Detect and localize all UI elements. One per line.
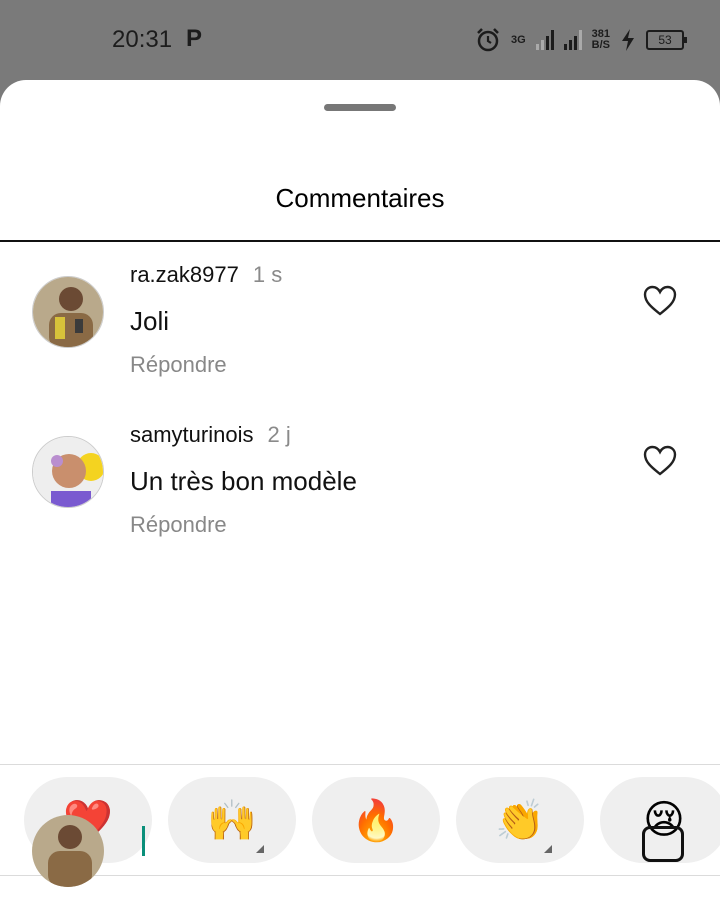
battery-icon: 53 [646,30,687,50]
reaction-clapping-button[interactable]: 👏 [456,777,584,863]
current-user-avatar [32,815,104,887]
network-type: 3G [510,33,526,46]
comment-username[interactable]: samyturinois [130,422,253,447]
clapping-hands-emoji-icon: 👏 [495,798,545,843]
comment-username[interactable]: ra.zak8977 [130,262,239,287]
speed-indicator: 381 B/S [592,29,610,51]
reaction-raising-hands-button[interactable]: 🙌 [168,777,296,863]
gif-icon[interactable] [642,826,684,862]
like-heart-icon[interactable] [642,444,678,476]
comment-time: 1 s [252,262,283,287]
raising-hands-emoji-icon: 🙌 [207,798,257,843]
reaction-fire-button[interactable]: 🔥 [312,777,440,863]
reply-button[interactable]: Répondre [130,512,227,538]
page-title: Commentaires [275,183,445,213]
comment-header: samyturinois 2 j [130,422,291,448]
skin-tone-indicator-icon [544,845,552,853]
alarm-icon [477,28,499,52]
divider [0,240,720,242]
status-icons: 3G 381 B/S 53 [475,24,687,56]
fire-emoji-icon: 🔥 [351,798,401,843]
like-heart-icon[interactable] [642,284,678,316]
reply-button[interactable]: Répondre [130,352,227,378]
charging-icon [622,29,634,51]
status-time: 20:31 [112,26,173,53]
status-bar: 20:31 P 3G 381 B/S 53 [0,0,720,80]
comment-item: samyturinois 2 j Un très bon modèle Répon… [0,422,720,562]
comment-input[interactable] [142,826,151,856]
comments-sheet: Commentaires ra.zak8977 1 s Joli Répondre [0,80,720,922]
avatar-image [32,815,104,887]
skin-tone-indicator-icon [256,845,264,853]
comment-item: ra.zak8977 1 s Joli Répondre [0,262,720,402]
avatar-image [33,437,103,507]
speed-unit: B/S [591,39,610,51]
divider [0,875,720,876]
comment-time: 2 j [267,422,291,447]
comment-text: Un très bon modèle [130,466,357,496]
avatar[interactable] [32,436,104,508]
quick-reactions-bar: ❤️ 🙌 🔥 👏 😢 [24,777,720,863]
comment-text: Joli [130,306,170,336]
comment-header: ra.zak8977 1 s [130,262,282,288]
signal-icon [535,30,554,50]
p-notification-icon: P [186,25,203,52]
signal-icon-2 [563,30,582,50]
divider [0,764,720,765]
drag-handle[interactable] [324,104,396,111]
avatar[interactable] [32,276,104,348]
avatar-image [33,277,103,347]
